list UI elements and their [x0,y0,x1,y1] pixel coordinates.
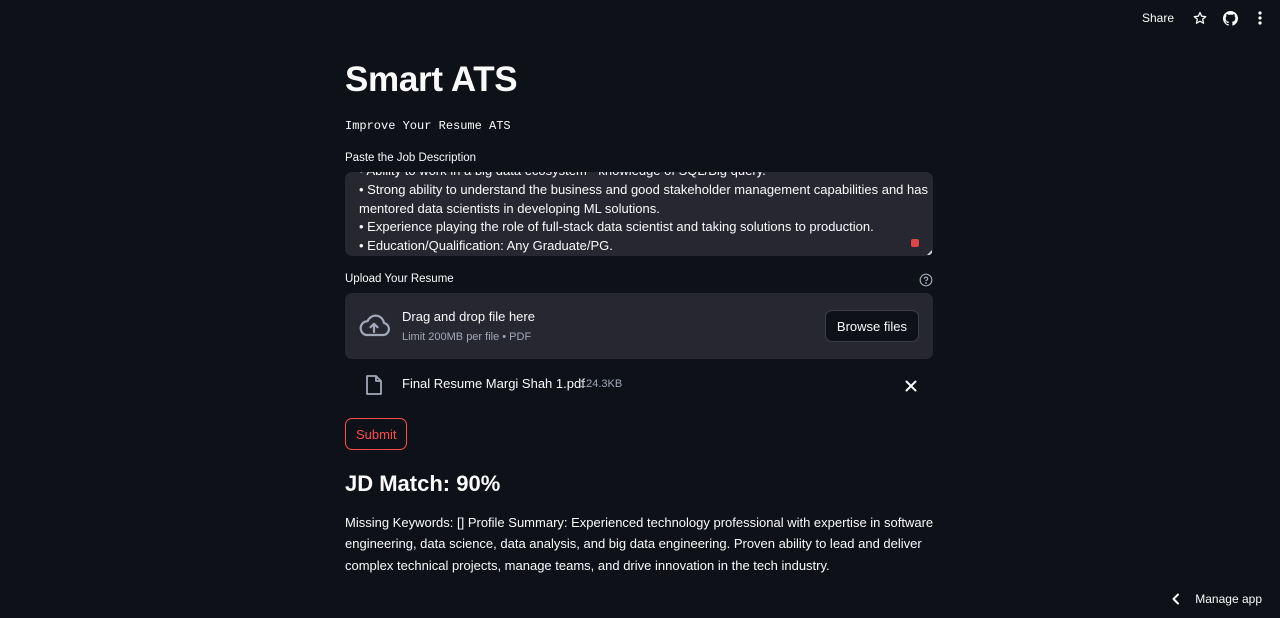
resize-handle-icon[interactable] [927,250,932,255]
close-icon[interactable] [905,379,917,392]
top-toolbar: Share [1142,0,1280,36]
submit-button[interactable]: Submit [345,418,408,450]
help-icon[interactable] [919,273,933,287]
job-description-line: • Ability to work in a big data ecosyste… [359,172,919,181]
job-description-text[interactable]: • Ability to work in a big data ecosyste… [359,172,928,256]
result-line: complex technical projects, manage teams… [345,557,830,573]
uploaded-file-row: Final Resume Margi Shah 1.pdf 124.3KB [345,372,933,398]
job-description-line: • Education/Qualification: Any Graduate/… [359,238,613,254]
file-icon [365,375,383,395]
dropzone-limit: Limit 200MB per file • PDF [402,331,532,343]
page-title: Smart ATS [345,60,518,99]
manage-app-button[interactable]: Manage app [1171,592,1262,606]
chevron-left-icon [1171,593,1181,605]
cloud-upload-icon [358,313,390,339]
job-description-textarea[interactable]: • Ability to work in a big data ecosyste… [345,172,933,256]
github-icon[interactable] [1222,10,1238,26]
job-description-line: • Strong ability to understand the busin… [359,181,928,197]
browse-files-button[interactable]: Browse files [824,310,919,342]
job-description-line: • Experience playing the role of full-st… [359,219,874,235]
result-line: Missing Keywords: [] Profile Summary: Ex… [345,515,934,530]
grammar-indicator-icon[interactable] [911,239,919,247]
file-dropzone[interactable]: Drag and drop file here Limit 200MB per … [345,293,933,359]
share-button[interactable]: Share [1142,11,1174,25]
result-line: engineering, data science, data analysis… [345,536,922,552]
result-summary: Missing Keywords: [] Profile Summary: Ex… [345,512,933,576]
job-description-label: Paste the Job Description [345,152,477,164]
job-description-line: mentored data scientists in developing M… [359,200,660,216]
page-subtitle: Improve Your Resume ATS [345,119,511,133]
uploaded-file-size: 124.3KB [580,378,623,390]
uploaded-file-name: Final Resume Margi Shah 1.pdf [402,376,585,391]
upload-label: Upload Your Resume [345,273,454,285]
jd-match-heading: JD Match: 90% [345,471,501,496]
star-icon[interactable] [1192,10,1208,26]
dropzone-title: Drag and drop file here [402,309,535,324]
more-vertical-icon[interactable] [1252,10,1268,26]
manage-app-label: Manage app [1195,592,1262,606]
